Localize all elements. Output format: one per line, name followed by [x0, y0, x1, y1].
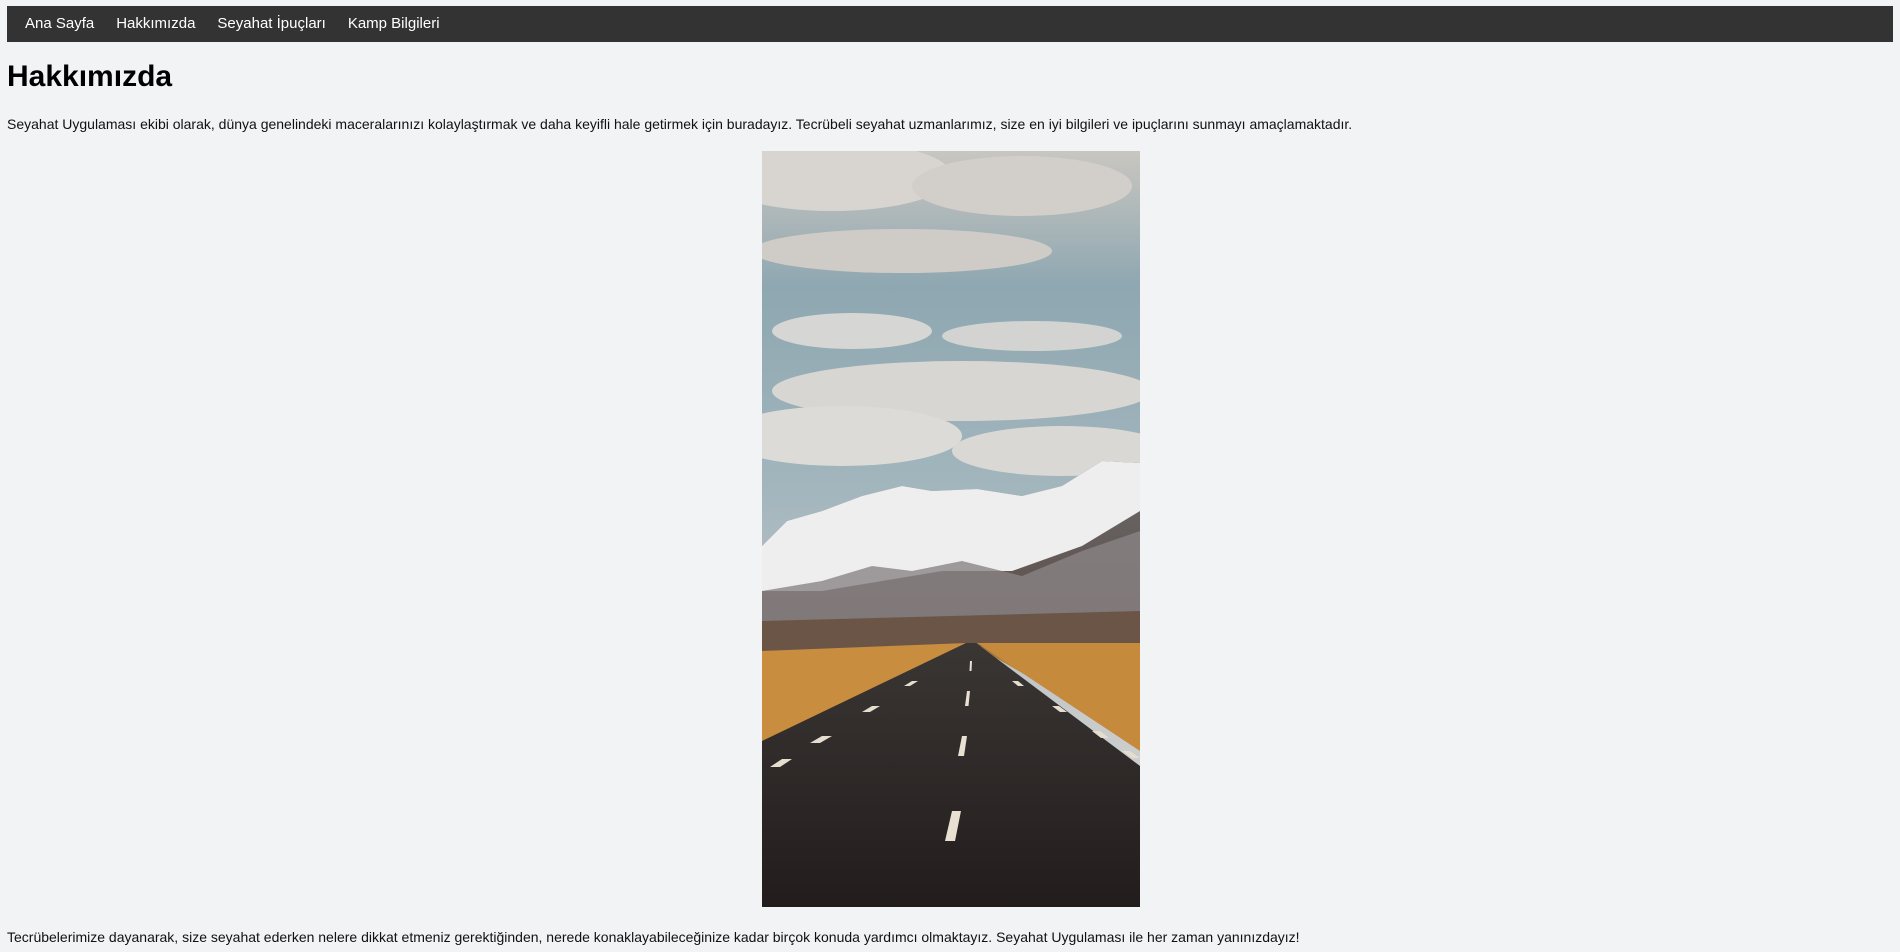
mountain-road-image: [762, 151, 1140, 907]
nav-link-seyahat-ipuclari[interactable]: Seyahat İpuçları: [217, 6, 325, 42]
nav-link-ana-sayfa[interactable]: Ana Sayfa: [25, 6, 94, 42]
nav-link-hakkimizda[interactable]: Hakkımızda: [116, 6, 195, 42]
nav-link-kamp-bilgileri[interactable]: Kamp Bilgileri: [348, 6, 440, 42]
page-title: Hakkımızda: [7, 60, 173, 93]
intro-paragraph: Seyahat Uygulaması ekibi olarak, dünya g…: [7, 116, 1353, 132]
top-navbar: Ana Sayfa Hakkımızda Seyahat İpuçları Ka…: [7, 6, 1893, 42]
outro-paragraph: Tecrübelerimize dayanarak, size seyahat …: [7, 929, 1300, 945]
